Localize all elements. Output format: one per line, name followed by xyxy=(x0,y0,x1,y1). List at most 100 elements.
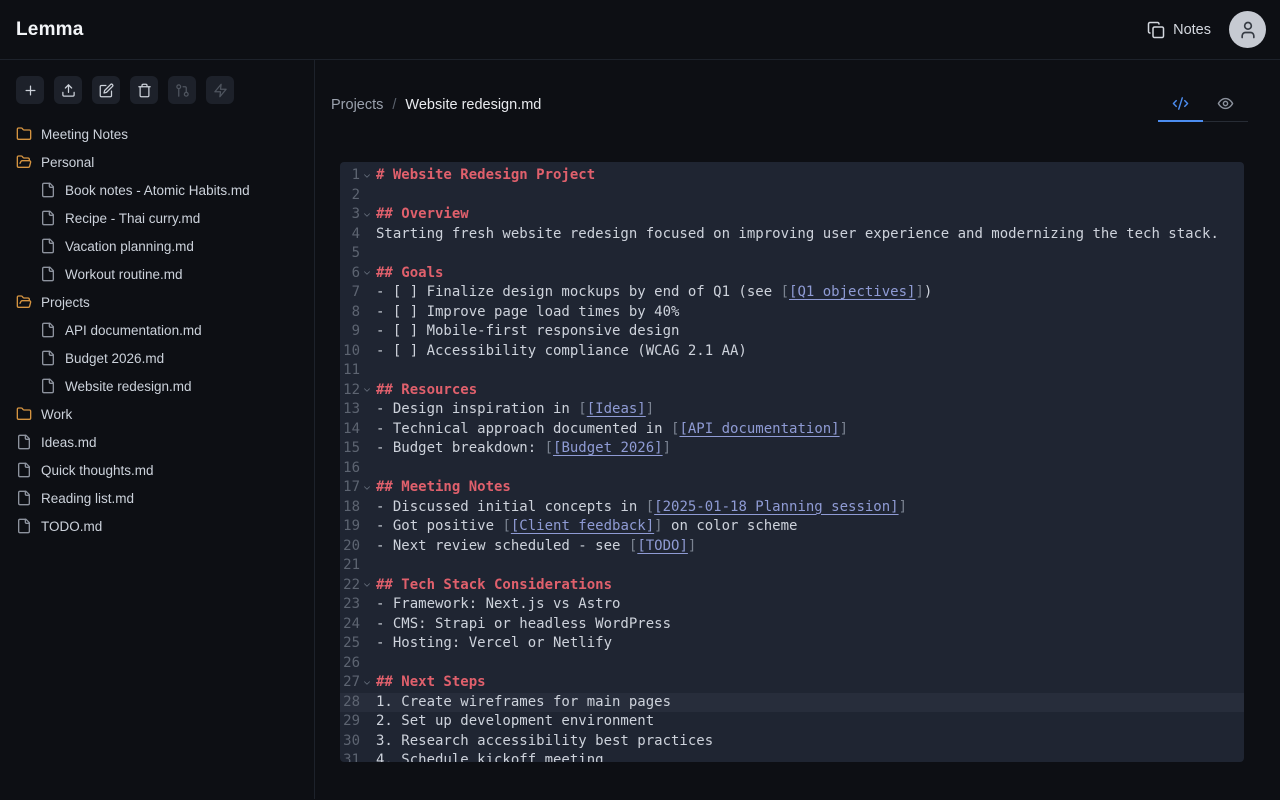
delete-note-button[interactable] xyxy=(130,76,158,104)
avatar-button[interactable] xyxy=(1229,11,1266,48)
wiki-link[interactable]: [API documentation] xyxy=(679,421,839,437)
view-tab-source[interactable] xyxy=(1158,86,1203,122)
fold-gutter xyxy=(360,420,374,440)
new-note-button[interactable] xyxy=(16,76,44,104)
editor-line[interactable]: 25- Hosting: Vercel or Netlify xyxy=(340,634,1244,654)
tree-folder[interactable]: Meeting Notes xyxy=(0,120,314,148)
line-number: 11 xyxy=(340,361,360,381)
tree-file[interactable]: Website redesign.md xyxy=(0,372,314,400)
fold-toggle-icon[interactable] xyxy=(360,576,374,596)
file-icon xyxy=(40,266,56,282)
upload-button[interactable] xyxy=(54,76,82,104)
editor-line[interactable]: 23- Framework: Next.js vs Astro xyxy=(340,595,1244,615)
tree-file[interactable]: Ideas.md xyxy=(0,428,314,456)
editor-line[interactable]: 12## Resources xyxy=(340,381,1244,401)
editor-line[interactable]: 6## Goals xyxy=(340,264,1244,284)
editor-line[interactable]: 9- [ ] Mobile-first responsive design xyxy=(340,322,1244,342)
line-number: 4 xyxy=(340,225,360,245)
sidebar: Meeting Notes Personal Book notes - Atomic… xyxy=(0,60,315,799)
fold-toggle-icon[interactable] xyxy=(360,264,374,284)
editor-line[interactable]: 24- CMS: Strapi or headless WordPress xyxy=(340,615,1244,635)
tree-item-label: Projects xyxy=(41,295,90,310)
fold-toggle-icon[interactable] xyxy=(360,673,374,693)
fold-gutter xyxy=(360,186,374,206)
editor-line[interactable]: 1# Website Redesign Project xyxy=(340,166,1244,186)
fold-gutter xyxy=(360,459,374,479)
tree-file[interactable]: TODO.md xyxy=(0,512,314,540)
wiki-link[interactable]: [Budget 2026] xyxy=(553,440,663,456)
folder-icon xyxy=(16,406,32,422)
line-number: 25 xyxy=(340,634,360,654)
line-content: - [ ] Accessibility compliance (WCAG 2.1… xyxy=(374,342,747,362)
tree-folder[interactable]: Work xyxy=(0,400,314,428)
editor-line[interactable]: 314. Schedule kickoff meeting xyxy=(340,751,1244,762)
wiki-link[interactable]: [Ideas] xyxy=(587,401,646,417)
tree-file[interactable]: Reading list.md xyxy=(0,484,314,512)
fold-toggle-icon[interactable] xyxy=(360,166,374,186)
topbar-actions: Notes xyxy=(1147,11,1266,48)
editor-line[interactable]: 281. Create wireframes for main pages xyxy=(340,693,1244,713)
tree-folder[interactable]: Projects xyxy=(0,288,314,316)
editor-line[interactable]: 10- [ ] Accessibility compliance (WCAG 2… xyxy=(340,342,1244,362)
editor-line[interactable]: 15- Budget breakdown: [[Budget 2026]] xyxy=(340,439,1244,459)
tree-file[interactable]: Book notes - Atomic Habits.md xyxy=(0,176,314,204)
editor-line[interactable]: 26 xyxy=(340,654,1244,674)
file-icon xyxy=(40,210,56,226)
editor-line[interactable]: 13- Design inspiration in [[Ideas]] xyxy=(340,400,1244,420)
tree-item-label: Work xyxy=(41,407,72,422)
line-number: 28 xyxy=(340,693,360,713)
fold-toggle-icon[interactable] xyxy=(360,478,374,498)
editor-line[interactable]: 292. Set up development environment xyxy=(340,712,1244,732)
editor-line[interactable]: 21 xyxy=(340,556,1244,576)
line-number: 17 xyxy=(340,478,360,498)
tree-file[interactable]: Recipe - Thai curry.md xyxy=(0,204,314,232)
line-number: 31 xyxy=(340,751,360,762)
line-number: 2 xyxy=(340,186,360,206)
editor-line[interactable]: 16 xyxy=(340,459,1244,479)
fold-toggle-icon[interactable] xyxy=(360,205,374,225)
breadcrumb-parent[interactable]: Projects xyxy=(331,97,383,113)
main-header: Projects / Website redesign.md xyxy=(331,86,1248,122)
fold-gutter xyxy=(360,225,374,245)
tree-folder[interactable]: Personal xyxy=(0,148,314,176)
editor-line[interactable]: 5 xyxy=(340,244,1244,264)
edit-note-button[interactable] xyxy=(92,76,120,104)
editor-line[interactable]: 7- [ ] Finalize design mockups by end of… xyxy=(340,283,1244,303)
editor-line[interactable]: 8- [ ] Improve page load times by 40% xyxy=(340,303,1244,323)
editor-line[interactable]: 22## Tech Stack Considerations xyxy=(340,576,1244,596)
fold-gutter xyxy=(360,517,374,537)
wiki-link[interactable]: [Q1 objectives] xyxy=(789,284,915,300)
wiki-link[interactable]: [2025-01-18 Planning session] xyxy=(654,499,898,515)
line-content xyxy=(374,459,376,479)
editor-line[interactable]: 2 xyxy=(340,186,1244,206)
notes-button[interactable]: Notes xyxy=(1147,21,1211,39)
editor-line[interactable]: 27## Next Steps xyxy=(340,673,1244,693)
tree-file[interactable]: Quick thoughts.md xyxy=(0,456,314,484)
editor-line[interactable]: 18- Discussed initial concepts in [[2025… xyxy=(340,498,1244,518)
file-icon xyxy=(16,434,32,450)
editor[interactable]: 1# Website Redesign Project23## Overview… xyxy=(340,162,1244,762)
editor-line[interactable]: 14- Technical approach documented in [[A… xyxy=(340,420,1244,440)
sidebar-toolbar xyxy=(0,76,314,104)
editor-line[interactable]: 11 xyxy=(340,361,1244,381)
editor-line[interactable]: 19- Got positive [[Client feedback]] on … xyxy=(340,517,1244,537)
tree-file[interactable]: API documentation.md xyxy=(0,316,314,344)
tree-file[interactable]: Budget 2026.md xyxy=(0,344,314,372)
tree-item-label: Personal xyxy=(41,155,94,170)
fold-gutter xyxy=(360,303,374,323)
editor-line[interactable]: 4Starting fresh website redesign focused… xyxy=(340,225,1244,245)
wiki-link[interactable]: [TODO] xyxy=(637,538,688,554)
editor-line[interactable]: 3## Overview xyxy=(340,205,1244,225)
editor-line[interactable]: 20- Next review scheduled - see [[TODO]] xyxy=(340,537,1244,557)
tree-file[interactable]: Vacation planning.md xyxy=(0,232,314,260)
tree-file[interactable]: Workout routine.md xyxy=(0,260,314,288)
fold-gutter xyxy=(360,537,374,557)
fold-gutter xyxy=(360,712,374,732)
line-number: 12 xyxy=(340,381,360,401)
editor-line[interactable]: 303. Research accessibility best practic… xyxy=(340,732,1244,752)
view-tab-preview[interactable] xyxy=(1203,86,1248,122)
editor-line[interactable]: 17## Meeting Notes xyxy=(340,478,1244,498)
line-content xyxy=(374,186,376,206)
wiki-link[interactable]: [Client feedback] xyxy=(511,518,654,534)
fold-toggle-icon[interactable] xyxy=(360,381,374,401)
